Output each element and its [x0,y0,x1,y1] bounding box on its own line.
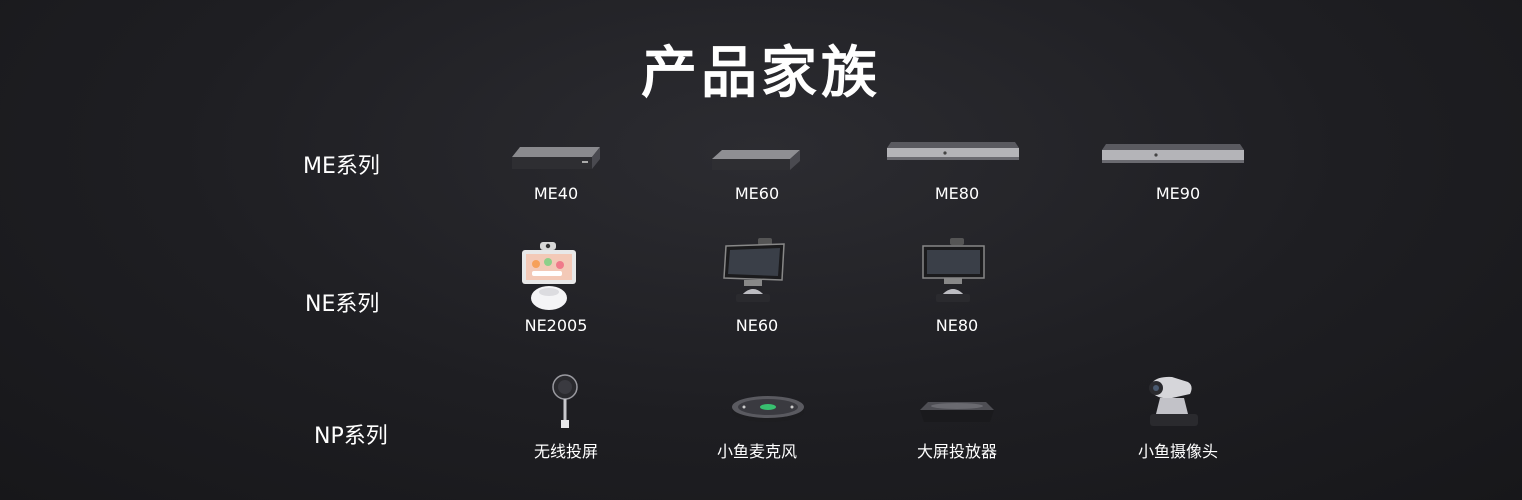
box-device-icon[interactable] [510,145,602,171]
tablet-stand-icon[interactable] [920,238,986,304]
product-label-microphone: 小鱼麦克风 [716,442,798,461]
product-label-large-screen-caster: 大屏投放器 [916,442,998,461]
series-label-np: NP系列 [314,424,388,449]
rack-device-icon[interactable] [885,140,1021,162]
product-label-ne2005: NE2005 [524,316,588,335]
product-label-wireless-cast: 无线投屏 [533,442,599,461]
product-label-me90: ME90 [1155,184,1201,203]
product-label-ne60: NE60 [735,316,779,335]
series-label-ne: NE系列 [305,292,380,317]
box-device-icon[interactable] [710,148,802,172]
page-title: 产品家族 [641,41,881,106]
product-label-me40: ME40 [533,184,579,203]
product-label-camera: 小鱼摄像头 [1137,442,1219,461]
series-label-me: ME系列 [303,154,380,179]
wireless-dongle-icon[interactable] [548,374,582,430]
product-label-me80: ME80 [934,184,980,203]
product-label-ne80: NE80 [935,316,979,335]
rack-device-icon[interactable] [1100,142,1246,166]
ptz-camera-icon[interactable] [1142,374,1202,430]
product-label-me60: ME60 [734,184,780,203]
media-box-icon[interactable] [918,398,996,426]
tablet-robot-icon[interactable] [520,242,578,310]
tablet-stand-icon[interactable] [722,238,786,304]
microphone-pod-icon[interactable] [730,392,806,424]
